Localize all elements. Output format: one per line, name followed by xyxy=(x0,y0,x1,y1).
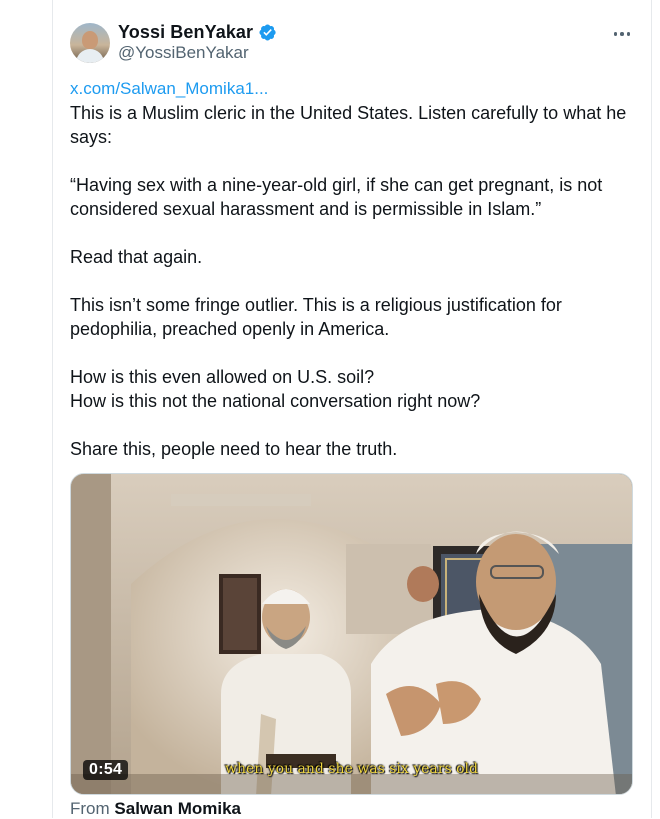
author-handle[interactable]: @YossiBenYakar xyxy=(118,43,249,63)
author-display-name[interactable]: Yossi BenYakar xyxy=(118,22,253,43)
tweet-card: Yossi BenYakar @YossiBenYakar x.com/Salw… xyxy=(53,0,651,818)
tweet-link[interactable]: x.com/Salwan_Momika1... xyxy=(70,79,268,99)
avatar[interactable] xyxy=(70,23,110,63)
video-player[interactable]: 0:54 when you and she was six years old xyxy=(70,473,633,795)
tweet-paragraph: Read that again. xyxy=(70,247,203,267)
video-subtitle: when you and she was six years old xyxy=(225,761,478,777)
tweet-text: This is a Muslim cleric in the United St… xyxy=(70,101,630,461)
video-frame xyxy=(71,474,632,794)
tweet-paragraph: Share this, people need to hear the trut… xyxy=(70,439,398,459)
attribution-prefix: From xyxy=(70,799,110,818)
attribution-source-link[interactable]: Salwan Momika xyxy=(114,799,241,818)
video-attribution: From Salwan Momika xyxy=(70,799,241,819)
tweet-paragraph: “Having sex with a nine-year-old girl, i… xyxy=(70,175,603,219)
author-name-row: Yossi BenYakar xyxy=(118,21,277,43)
more-options-button[interactable] xyxy=(609,24,635,44)
tweet-paragraph: How is this not the national conversatio… xyxy=(70,391,481,411)
timeline-right-border xyxy=(651,0,652,818)
tweet-paragraph: This is a Muslim cleric in the United St… xyxy=(70,103,627,147)
tweet-paragraph: How is this even allowed on U.S. soil? xyxy=(70,367,375,387)
tweet-paragraph: This isn’t some fringe outlier. This is … xyxy=(70,295,562,339)
verified-badge-icon xyxy=(259,23,276,41)
more-dots-icon xyxy=(613,32,618,36)
